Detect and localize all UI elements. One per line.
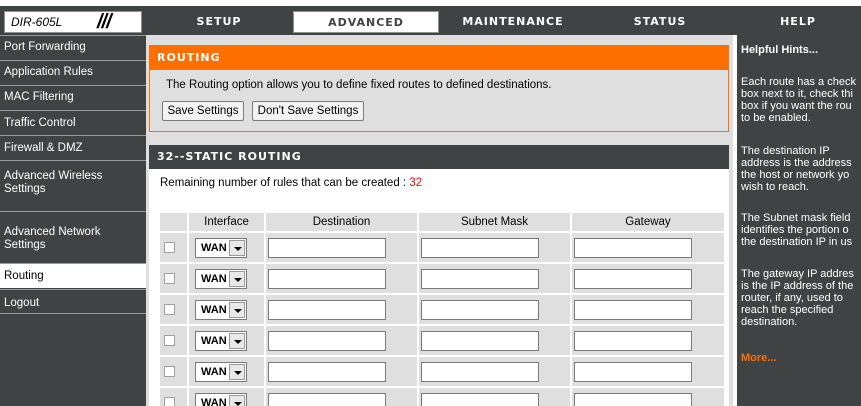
static-route-table: Interface Destination Subnet Mask Gatewa… — [160, 213, 724, 406]
sidebar-item-advanced-wireless[interactable]: Advanced Wireless Settings — [0, 160, 146, 210]
sidebar-item-mac-filtering[interactable]: MAC Filtering — [0, 85, 146, 110]
sidebar-item-label: Port Forwarding — [4, 41, 86, 53]
table-header-destination: Destination — [266, 213, 417, 231]
table-row: WAN — [160, 388, 724, 406]
sidebar-item-label: Application Rules — [4, 66, 93, 78]
gateway-input[interactable] — [574, 393, 692, 406]
tab-status[interactable]: STATUS — [587, 11, 733, 33]
interface-select[interactable]: WAN — [195, 362, 247, 382]
table-row: WAN — [160, 357, 724, 388]
sidebar-item-logout[interactable]: Logout — [0, 289, 146, 314]
gateway-input[interactable] — [574, 238, 692, 258]
hint-paragraph: The gateway IP addres is the IP address … — [741, 268, 854, 328]
chevron-down-icon — [229, 364, 245, 380]
sidebar-item-port-forwarding[interactable]: Port Forwarding — [0, 35, 146, 60]
sidebar-item-firewall-dmz[interactable]: Firewall & DMZ — [0, 135, 146, 160]
tab-setup[interactable]: SETUP — [146, 11, 292, 33]
route-enable-checkbox[interactable] — [164, 242, 175, 253]
subnet-mask-input[interactable] — [421, 362, 539, 382]
route-enable-checkbox[interactable] — [164, 304, 175, 315]
static-routing-title: 32--STATIC ROUTING — [149, 145, 729, 169]
sidebar-item-label: MAC Filtering — [4, 91, 74, 103]
sidebar-item-label: Firewall & DMZ — [4, 142, 83, 154]
hint-paragraph: The Subnet mask field identifies the por… — [741, 212, 853, 248]
destination-input[interactable] — [268, 269, 386, 289]
interface-select-value: WAN — [201, 304, 227, 316]
save-settings-button[interactable]: Save Settings — [162, 101, 244, 121]
tab-advanced[interactable]: ADVANCED — [293, 11, 439, 33]
route-enable-checkbox[interactable] — [164, 273, 175, 284]
interface-select-value: WAN — [201, 366, 227, 378]
subnet-mask-input[interactable] — [421, 331, 539, 351]
interface-select[interactable]: WAN — [195, 238, 247, 258]
table-header-interface: Interface — [189, 213, 264, 231]
destination-input[interactable] — [268, 331, 386, 351]
gateway-input[interactable] — [574, 300, 692, 320]
hint-paragraph: The destination IP address is the addres… — [741, 145, 852, 193]
gateway-input[interactable] — [574, 331, 692, 351]
sidebar-item-label: Settings — [4, 239, 46, 251]
hints-more-link[interactable]: More... — [741, 352, 776, 364]
table-row: WAN — [160, 295, 724, 326]
subnet-mask-input[interactable] — [421, 269, 539, 289]
remaining-rules: Remaining number of rules that can be cr… — [160, 177, 422, 189]
tab-help[interactable]: HELP — [735, 11, 861, 33]
chevron-down-icon — [229, 271, 245, 287]
chevron-down-icon — [229, 333, 245, 349]
sidebar: Port Forwarding Application Rules MAC Fi… — [0, 35, 146, 406]
logo-slashes: /// — [97, 11, 112, 33]
destination-input[interactable] — [268, 362, 386, 382]
interface-select[interactable]: WAN — [195, 300, 247, 320]
sidebar-item-label: Advanced Network — [4, 226, 101, 238]
table-header-gateway: Gateway — [572, 213, 724, 231]
interface-select-value: WAN — [201, 273, 227, 285]
destination-input[interactable] — [268, 393, 386, 406]
sidebar-item-label: Traffic Control — [4, 117, 76, 129]
interface-select-value: WAN — [201, 397, 227, 406]
tab-maintenance[interactable]: MAINTENANCE — [440, 11, 586, 33]
subnet-mask-input[interactable] — [421, 238, 539, 258]
chevron-down-icon — [229, 302, 245, 318]
interface-select[interactable]: WAN — [195, 269, 247, 289]
table-row: WAN — [160, 326, 724, 357]
routing-title: ROUTING — [149, 45, 729, 70]
interface-select[interactable]: WAN — [195, 393, 247, 406]
gateway-input[interactable] — [574, 269, 692, 289]
table-row: WAN — [160, 264, 724, 295]
route-enable-checkbox[interactable] — [164, 335, 175, 346]
remaining-rules-count: 32 — [409, 177, 423, 189]
chevron-down-icon — [229, 240, 245, 256]
dont-save-settings-button[interactable]: Don't Save Settings — [252, 101, 364, 121]
sidebar-item-label: Logout — [4, 297, 40, 309]
subnet-mask-input[interactable] — [421, 300, 539, 320]
helpful-hints-panel: Helpful Hints... Each route has a check … — [737, 35, 861, 406]
model-name: DIR-605L — [11, 15, 63, 29]
table-row: WAN — [160, 233, 724, 264]
sidebar-item-application-rules[interactable]: Application Rules — [0, 60, 146, 85]
table-header-checkbox — [160, 213, 187, 231]
chevron-down-icon — [229, 395, 245, 406]
hint-paragraph: Each route has a check box next to it, c… — [741, 76, 856, 124]
interface-select[interactable]: WAN — [195, 331, 247, 351]
subnet-mask-input[interactable] — [421, 393, 539, 406]
route-enable-checkbox[interactable] — [164, 366, 175, 377]
sidebar-item-routing[interactable]: Routing — [0, 263, 146, 288]
routing-description: The Routing option allows you to define … — [166, 79, 552, 91]
sidebar-item-label: Routing — [4, 270, 44, 282]
interface-select-value: WAN — [201, 335, 227, 347]
sidebar-item-advanced-network[interactable]: Advanced Network Settings — [0, 211, 146, 261]
hints-title: Helpful Hints... — [741, 44, 818, 56]
sidebar-item-label: Settings — [4, 183, 46, 195]
sidebar-item-traffic-control[interactable]: Traffic Control — [0, 110, 146, 135]
destination-input[interactable] — [268, 238, 386, 258]
interface-select-value: WAN — [201, 242, 227, 254]
destination-input[interactable] — [268, 300, 386, 320]
table-header-subnet-mask: Subnet Mask — [419, 213, 570, 231]
model-logo: DIR-605L /// — [4, 11, 142, 33]
sidebar-item-label: Advanced Wireless — [4, 170, 103, 182]
remaining-rules-label: Remaining number of rules that can be cr… — [160, 177, 410, 189]
gateway-input[interactable] — [574, 362, 692, 382]
route-enable-checkbox[interactable] — [164, 397, 175, 406]
